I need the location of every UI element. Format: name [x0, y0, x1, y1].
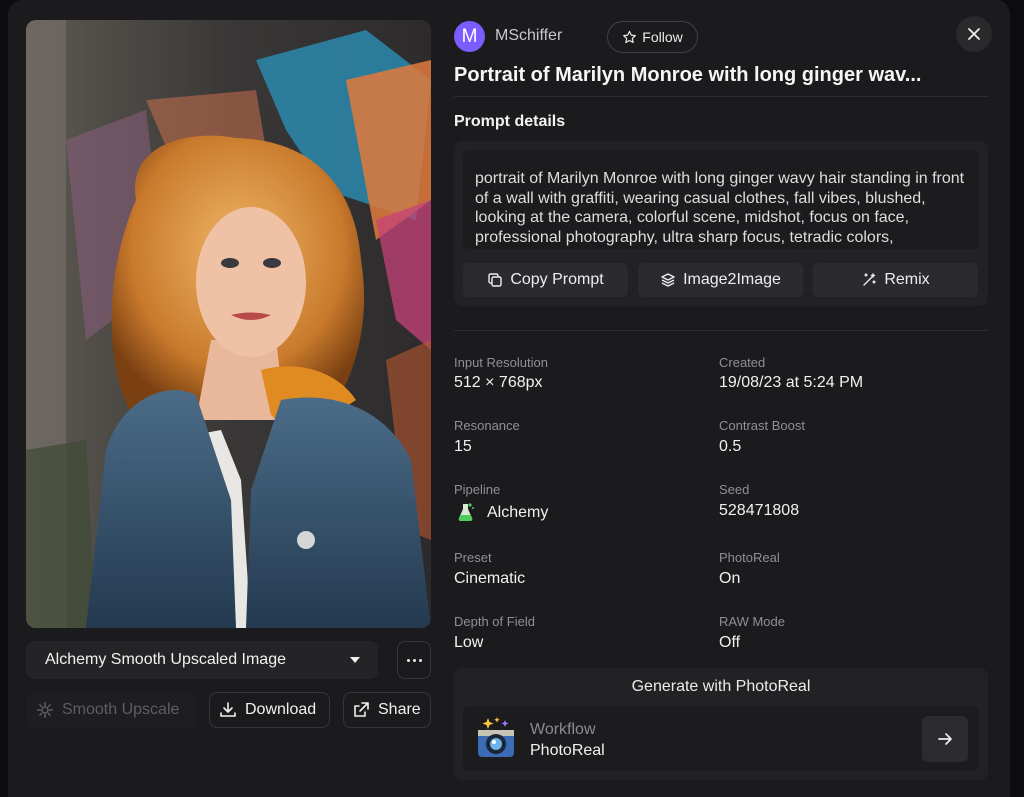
- magic-wand-icon: [863, 273, 877, 286]
- contrast-boost-value: 0.5: [719, 438, 742, 455]
- depth-of-field-value: Low: [454, 634, 484, 651]
- image-variant-select[interactable]: Alchemy Smooth Upscaled Image: [26, 641, 378, 679]
- resonance-label: Resonance: [454, 418, 520, 433]
- photoreal-label: PhotoReal: [719, 550, 780, 565]
- generate-arrow-button[interactable]: [922, 716, 968, 762]
- preset-value: Cinematic: [454, 570, 526, 587]
- seed-value: 528471808: [719, 502, 800, 519]
- generate-title: Generate with PhotoReal: [631, 678, 811, 695]
- input-resolution-value: 512 × 768px: [454, 374, 543, 391]
- generate-card: Generate with PhotoReal Workflow PhotoRe…: [454, 668, 988, 780]
- workflow-label: Workflow: [530, 721, 596, 738]
- prompt-details-heading: Prompt details: [454, 113, 566, 130]
- more-options-button[interactable]: [397, 641, 431, 679]
- resonance-value: 15: [454, 438, 472, 455]
- divider: [454, 96, 988, 97]
- depth-of-field-label: Depth of Field: [454, 614, 535, 629]
- preset-label: Preset: [454, 550, 492, 565]
- image2image-button[interactable]: Image2Image: [638, 263, 803, 297]
- pipeline-value: Alchemy: [487, 504, 549, 521]
- prompt-text: portrait of Marilyn Monroe with long gin…: [463, 150, 979, 249]
- potion-icon: [458, 503, 474, 522]
- share-label: Share: [378, 701, 421, 718]
- copy-prompt-button[interactable]: Copy Prompt: [463, 263, 628, 297]
- download-icon: [220, 702, 236, 717]
- image-title: Portrait of Marilyn Monroe with long gin…: [454, 64, 922, 86]
- raw-mode-label: RAW Mode: [719, 614, 785, 629]
- generated-image: [26, 20, 431, 628]
- author-username[interactable]: MSchiffer: [495, 27, 562, 45]
- pipeline-label: Pipeline: [454, 482, 501, 497]
- download-label: Download: [245, 701, 317, 718]
- image-variant-label: Alchemy Smooth Upscaled Image: [45, 651, 286, 668]
- smooth-upscale-button[interactable]: Smooth Upscale: [26, 692, 196, 728]
- created-value: 19/08/23 at 5:24 PM: [719, 374, 864, 391]
- author-avatar[interactable]: M: [454, 21, 485, 52]
- follow-label: Follow: [642, 29, 683, 45]
- contrast-boost-label: Contrast Boost: [719, 418, 805, 433]
- star-icon: [623, 30, 637, 43]
- remix-label: Remix: [884, 271, 930, 288]
- photoreal-value: On: [719, 570, 741, 587]
- divider: [454, 330, 988, 331]
- external-link-icon: [354, 702, 369, 717]
- input-resolution-label: Input Resolution: [454, 355, 548, 370]
- copy-prompt-label: Copy Prompt: [510, 271, 604, 288]
- close-button[interactable]: [956, 16, 992, 52]
- caret-down-icon: [350, 657, 360, 663]
- workflow-photoreal[interactable]: Workflow PhotoReal: [463, 706, 979, 771]
- raw-mode-value: Off: [719, 634, 741, 651]
- smooth-upscale-label: Smooth Upscale: [62, 701, 180, 718]
- follow-button[interactable]: Follow: [607, 21, 698, 53]
- copy-icon: [488, 273, 503, 287]
- remix-button[interactable]: Remix: [813, 263, 978, 297]
- seed-label: Seed: [719, 482, 750, 497]
- download-button[interactable]: Download: [209, 692, 330, 728]
- close-icon: [968, 28, 980, 40]
- created-label: Created: [719, 355, 766, 370]
- arrow-right-icon: [938, 733, 952, 745]
- ellipsis-icon: [406, 658, 410, 662]
- share-button[interactable]: Share: [343, 692, 431, 728]
- image2image-label: Image2Image: [683, 271, 781, 288]
- prompt-card: portrait of Marilyn Monroe with long gin…: [454, 141, 988, 306]
- workflow-value: PhotoReal: [530, 742, 605, 759]
- layers-icon: [661, 273, 675, 287]
- sparkle-icon: [37, 702, 53, 718]
- camera-icon: [478, 717, 514, 757]
